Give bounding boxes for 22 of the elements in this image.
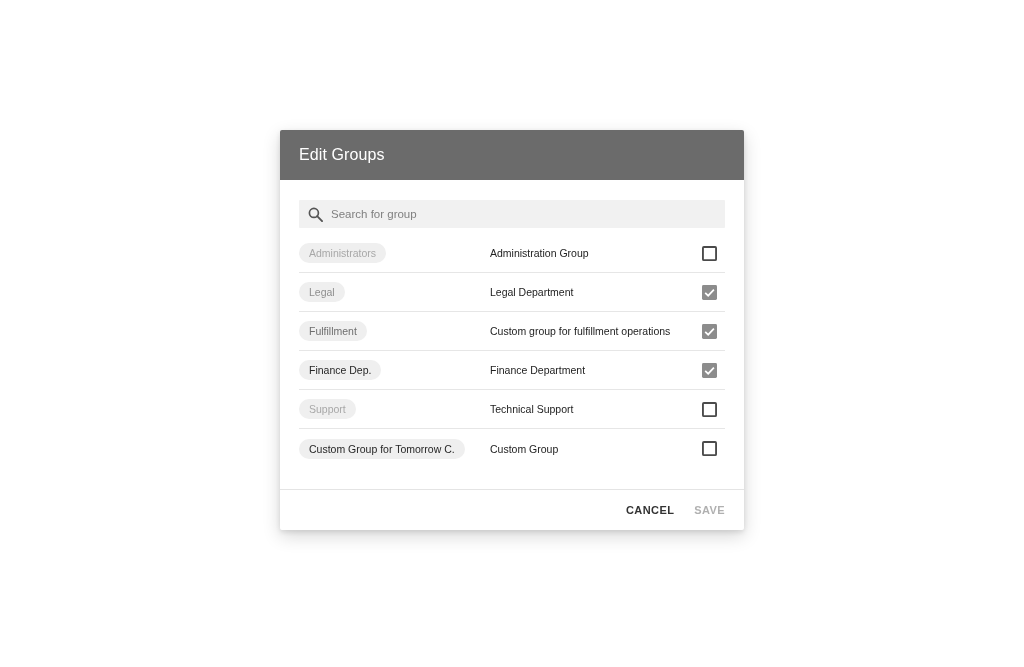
checkbox[interactable] (702, 401, 717, 417)
group-chip: Custom Group for Tomorrow C. (299, 438, 465, 459)
group-description: Legal Department (490, 286, 575, 298)
checked-checkbox[interactable] (702, 323, 717, 339)
group-description: Custom Group (490, 442, 560, 455)
group-description: Administration Group (490, 247, 590, 259)
group-description: Finance Department (490, 364, 587, 376)
checkbox[interactable] (702, 441, 717, 456)
search-icon (308, 207, 323, 222)
group-chip: Legal (299, 282, 345, 302)
search-field[interactable]: Search for group (299, 200, 725, 228)
group-chip: Finance Dep. (299, 360, 382, 380)
dialog-title: Edit Groups (299, 146, 385, 164)
group-chip: Fulfillment (299, 321, 367, 341)
group-chip: Administrators (299, 243, 387, 263)
dialog-button[interactable]: CANCEL (618, 498, 683, 522)
checked-checkbox[interactable] (702, 362, 717, 378)
group-description: Custom group for fulfillment operations (490, 325, 672, 337)
checked-checkbox[interactable] (702, 284, 717, 300)
checkbox[interactable] (702, 245, 717, 261)
group-chip: Support (299, 399, 356, 419)
group-description: Technical Support (490, 403, 575, 415)
